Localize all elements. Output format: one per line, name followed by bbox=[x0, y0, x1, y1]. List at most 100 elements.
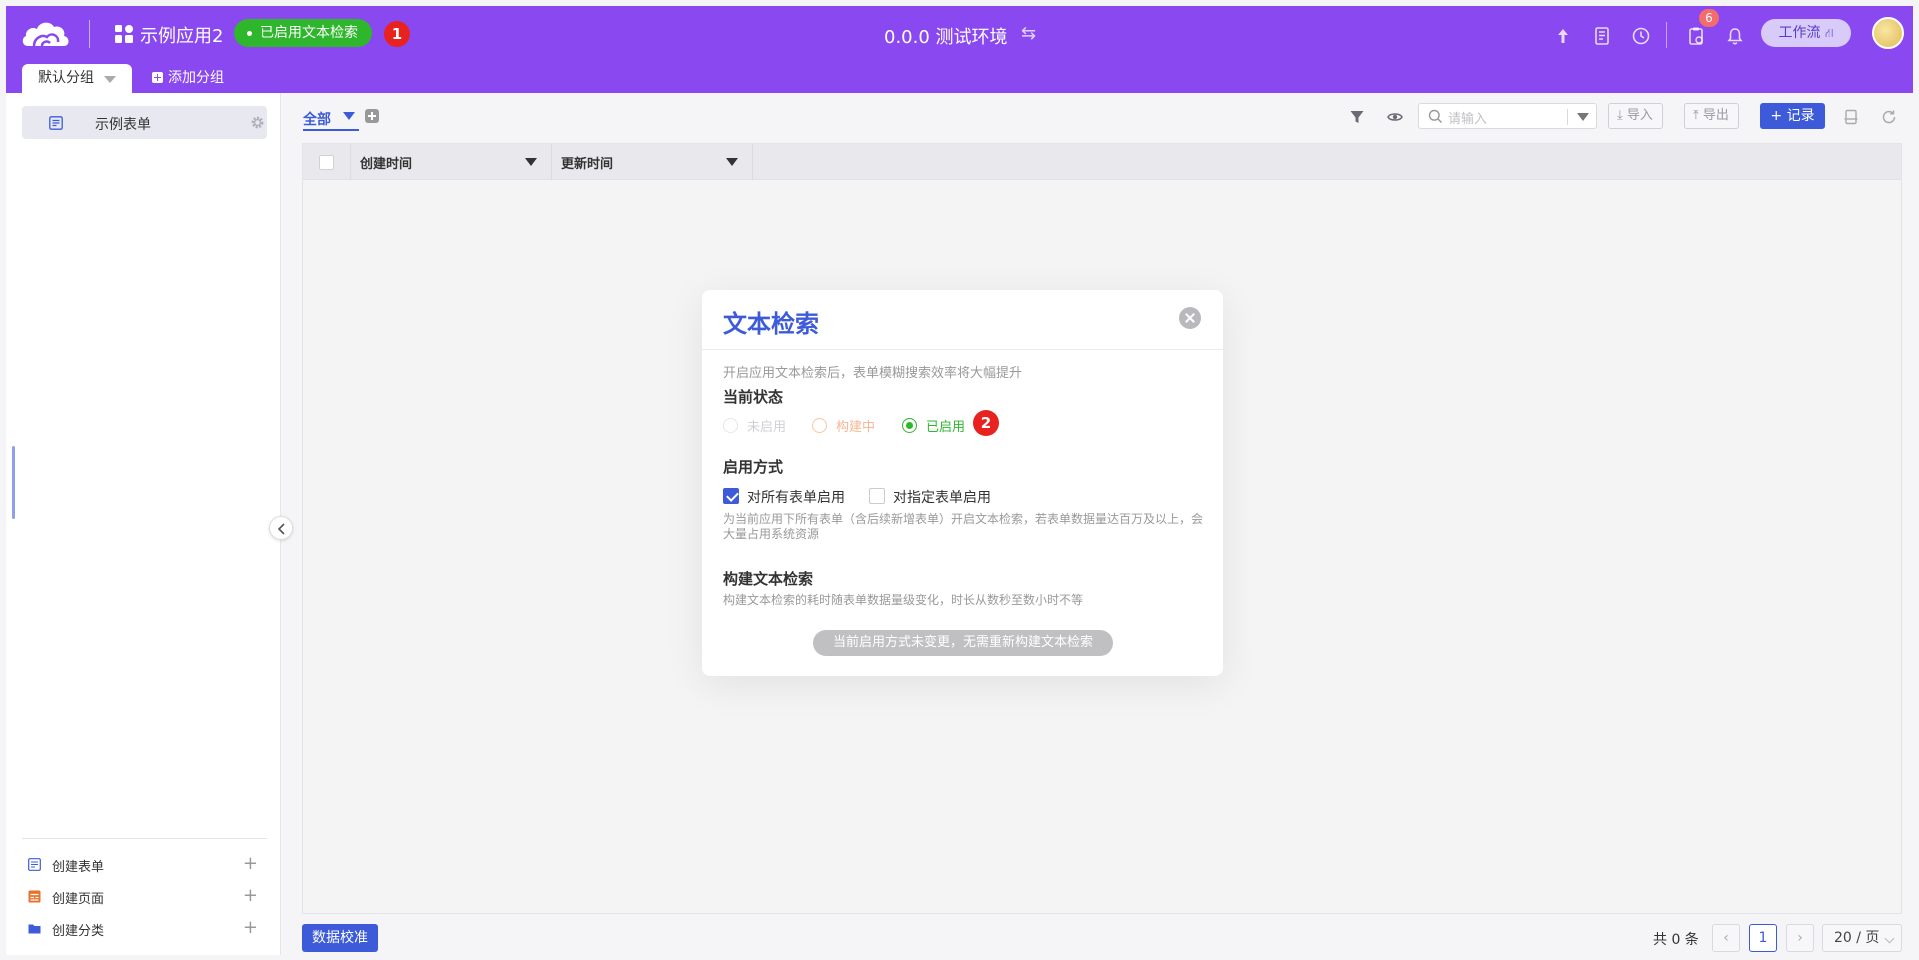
notification-bell-icon[interactable] bbox=[1725, 26, 1745, 46]
environment-title[interactable]: 0.0.0 测试环境 bbox=[884, 23, 1008, 49]
export-label: 导出 bbox=[1702, 108, 1729, 123]
column-created-time[interactable]: 创建时间 bbox=[351, 144, 552, 180]
mode-heading: 启用方式 bbox=[723, 458, 784, 476]
document-icon[interactable] bbox=[1592, 26, 1612, 46]
sidebar-scrollbar[interactable] bbox=[12, 446, 15, 519]
rebuild-search-button[interactable]: 当前启用方式未变更，无需重新构建文本检索 bbox=[813, 630, 1113, 656]
chevron-down-icon[interactable] bbox=[104, 76, 116, 83]
export-icon: ⤒ bbox=[1693, 108, 1699, 123]
search-placeholder: 请输入 bbox=[1448, 112, 1488, 127]
annotation-marker-2: 2 bbox=[973, 410, 999, 436]
add-record-button[interactable]: + 记录 bbox=[1760, 103, 1825, 129]
workflow-button[interactable]: 工作流 ⛙ bbox=[1761, 19, 1851, 47]
tab-default-group-label: 默认分组 bbox=[38, 70, 94, 86]
create-form-label: 创建表单 bbox=[52, 860, 105, 875]
history-clock-icon[interactable] bbox=[1631, 26, 1651, 46]
plus-icon[interactable]: + bbox=[243, 885, 258, 906]
task-clipboard-icon[interactable] bbox=[1686, 26, 1706, 46]
switch-environment-icon[interactable]: ⇆ bbox=[1021, 23, 1036, 44]
tab-default-group[interactable]: 默认分组 bbox=[22, 64, 132, 93]
column-menu-icon[interactable] bbox=[726, 158, 738, 166]
create-page-action[interactable]: 创建页面 + bbox=[28, 885, 258, 907]
app-frame: 示例应用2 已启用文本检索 1 0.0.0 测试环境 ⇆ 6 工作流 ⛙ 默认分… bbox=[0, 0, 1919, 960]
top-header: 示例应用2 已启用文本检索 1 0.0.0 测试环境 ⇆ 6 工作流 ⛙ 默认分… bbox=[6, 6, 1913, 93]
page-size-value: 20 / 页 bbox=[1834, 930, 1880, 946]
workflow-icon: ⛙ bbox=[1825, 26, 1834, 40]
mode-description: 为当前应用下所有表单（含后续新增表单）开启文本检索，若表单数据量达百万及以上，会… bbox=[723, 512, 1204, 541]
plus-square-icon bbox=[152, 72, 163, 83]
build-heading: 构建文本检索 bbox=[723, 570, 814, 588]
status-option-label: 已启用 bbox=[926, 420, 966, 435]
plus-icon[interactable]: + bbox=[243, 917, 258, 938]
checkbox-icon bbox=[869, 488, 885, 504]
select-all-checkbox[interactable] bbox=[319, 155, 334, 170]
form-icon bbox=[28, 858, 41, 871]
text-search-status-badge[interactable]: 已启用文本检索 bbox=[234, 19, 372, 47]
radio-circle-icon bbox=[812, 418, 827, 433]
search-separator bbox=[1567, 109, 1568, 125]
column-header-label: 创建时间 bbox=[360, 157, 413, 172]
view-tab-all[interactable]: 全部 bbox=[303, 109, 359, 131]
create-category-action[interactable]: 创建分类 + bbox=[28, 917, 258, 939]
data-validate-button[interactable]: 数据校准 bbox=[302, 924, 378, 952]
publish-arrow-icon[interactable] bbox=[1553, 26, 1573, 46]
search-field-dropdown-icon[interactable] bbox=[1577, 113, 1589, 121]
text-search-dialog: 文本检索 开启应用文本检索后，表单模糊搜索效率将大幅提升 当前状态 未启用 构建… bbox=[702, 290, 1223, 676]
app-name[interactable]: 示例应用2 bbox=[140, 22, 223, 48]
page-size-select[interactable]: 20 / 页 bbox=[1822, 924, 1902, 952]
mode-option-label: 对指定表单启用 bbox=[893, 490, 991, 506]
task-count-badge: 6 bbox=[1699, 9, 1719, 27]
search-input[interactable]: 请输入 bbox=[1418, 103, 1597, 129]
header-separator bbox=[1666, 22, 1667, 48]
page-icon bbox=[28, 890, 41, 903]
user-avatar[interactable] bbox=[1872, 17, 1904, 49]
column-menu-icon[interactable] bbox=[525, 158, 537, 166]
build-description: 构建文本检索的耗时随表单数据量级变化，时长从数秒至数小时不等 bbox=[723, 593, 1084, 607]
column-updated-time[interactable]: 更新时间 bbox=[552, 144, 753, 180]
total-count: 共 0 条 bbox=[1653, 932, 1699, 948]
workflow-label: 工作流 bbox=[1778, 25, 1821, 41]
add-group-label: 添加分组 bbox=[168, 70, 224, 86]
status-option-label: 构建中 bbox=[836, 420, 876, 435]
table-header: 创建时间 更新时间 bbox=[303, 144, 1901, 180]
dialog-intro: 开启应用文本检索后，表单模糊搜索效率将大幅提升 bbox=[723, 366, 1023, 381]
sidebar-item-example-form[interactable]: 示例表单 bbox=[22, 106, 267, 139]
import-icon: ⤓ bbox=[1617, 108, 1623, 123]
plus-icon[interactable]: + bbox=[243, 853, 258, 874]
print-icon[interactable] bbox=[1843, 109, 1859, 125]
import-button[interactable]: ⤓ 导入 bbox=[1608, 103, 1663, 129]
search-icon bbox=[1428, 109, 1443, 124]
import-label: 导入 bbox=[1626, 108, 1653, 123]
group-tabs: 默认分组 添加分组 bbox=[6, 64, 1913, 93]
export-button[interactable]: ⤒ 导出 bbox=[1684, 103, 1739, 129]
create-page-label: 创建页面 bbox=[52, 892, 105, 907]
gear-icon[interactable] bbox=[250, 115, 265, 130]
create-category-label: 创建分类 bbox=[52, 924, 105, 939]
create-form-action[interactable]: 创建表单 + bbox=[28, 853, 258, 875]
page-1-button[interactable]: 1 bbox=[1749, 924, 1777, 952]
dialog-title: 文本检索 bbox=[723, 310, 819, 338]
radio-circle-icon bbox=[902, 418, 917, 433]
filter-icon[interactable] bbox=[1349, 109, 1365, 125]
mode-option-label: 对所有表单启用 bbox=[747, 490, 845, 506]
radio-circle-icon bbox=[723, 418, 738, 433]
chevron-down-icon[interactable] bbox=[343, 112, 355, 120]
add-group-button[interactable]: 添加分组 bbox=[152, 64, 224, 93]
refresh-icon[interactable] bbox=[1881, 109, 1897, 125]
status-heading: 当前状态 bbox=[723, 388, 784, 406]
dialog-divider bbox=[702, 349, 1223, 350]
top-bar: 示例应用2 已启用文本检索 1 0.0.0 测试环境 ⇆ 6 工作流 ⛙ bbox=[6, 6, 1913, 62]
close-icon[interactable] bbox=[1179, 307, 1201, 329]
status-option-label: 未启用 bbox=[747, 420, 787, 435]
next-page-button[interactable]: › bbox=[1786, 924, 1814, 952]
cloud-logo-icon[interactable] bbox=[20, 16, 72, 50]
add-view-icon[interactable] bbox=[365, 109, 379, 123]
prev-page-button[interactable]: ‹ bbox=[1712, 924, 1740, 952]
logo-separator bbox=[89, 20, 90, 48]
column-header-label: 更新时间 bbox=[561, 157, 614, 172]
visibility-settings-icon[interactable] bbox=[1387, 109, 1403, 125]
select-all-cell bbox=[303, 144, 351, 180]
chevron-down-icon bbox=[1884, 933, 1895, 944]
folder-icon bbox=[28, 924, 41, 934]
sidebar: 示例表单 创建表单 + 创建页面 + 创建分类 + bbox=[6, 93, 281, 955]
